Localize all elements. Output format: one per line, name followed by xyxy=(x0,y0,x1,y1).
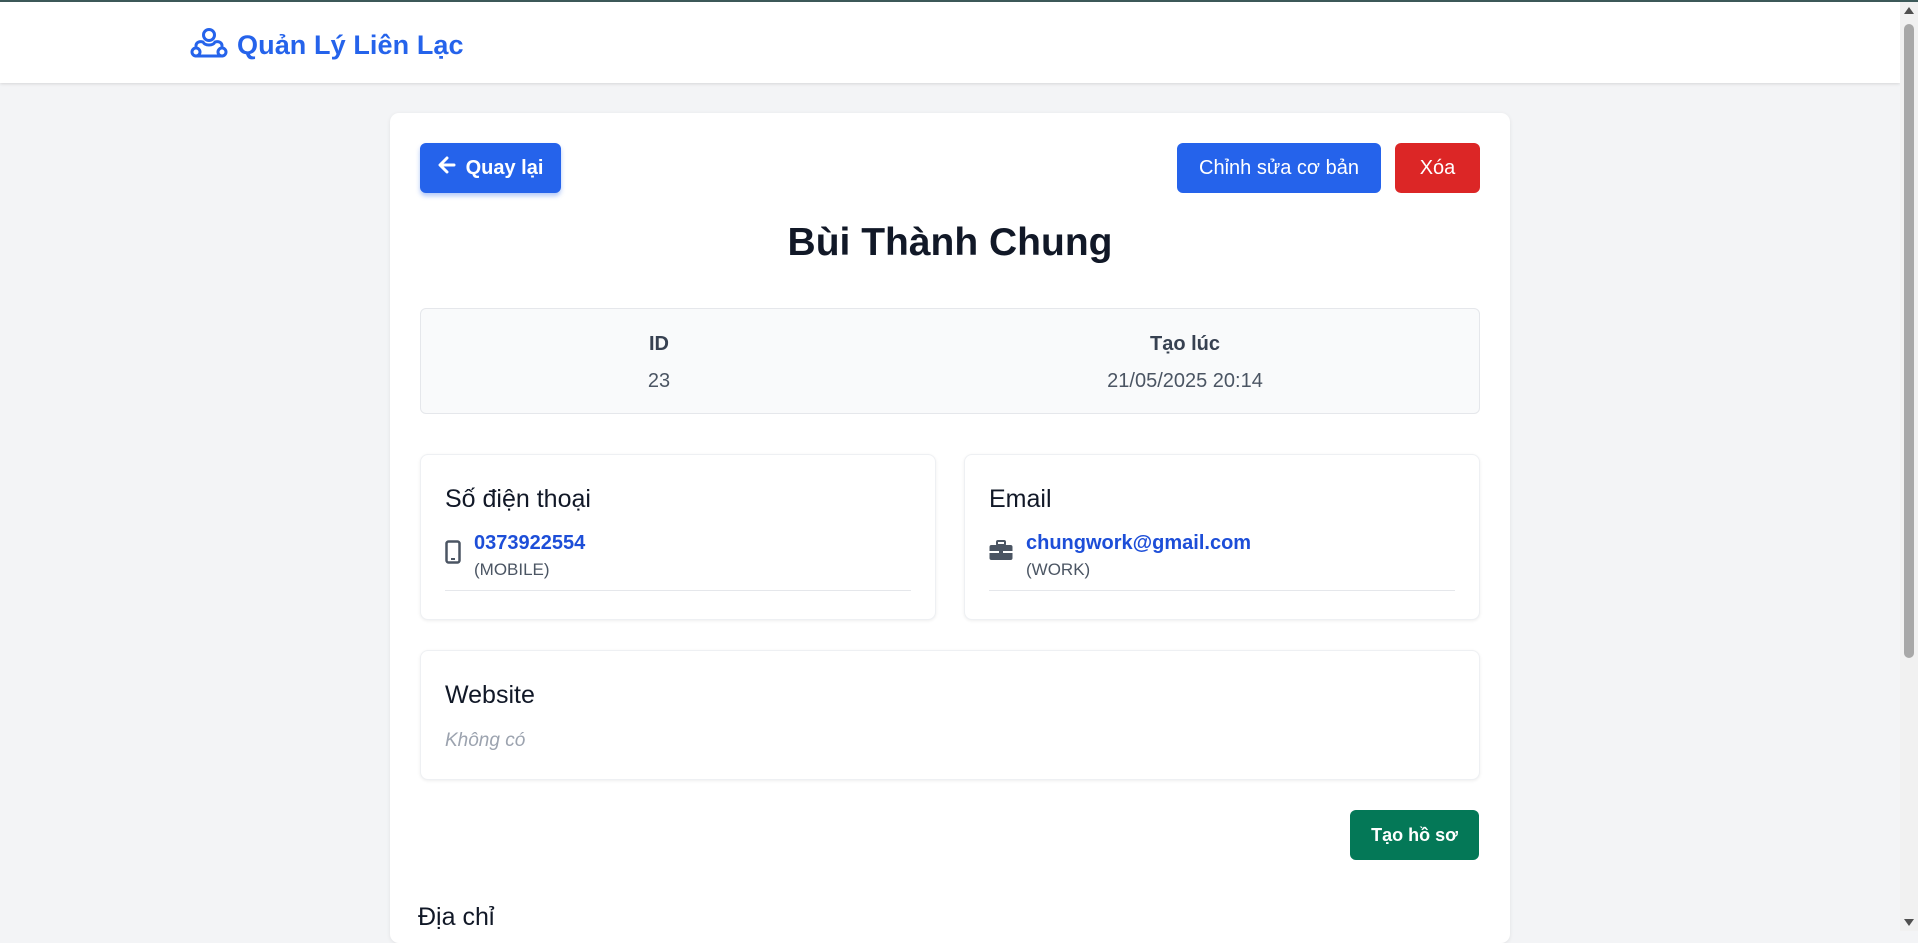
meta-created-value: 21/05/2025 20:14 xyxy=(1107,370,1263,392)
meta-created: Tạo lúc 21/05/2025 20:14 xyxy=(950,333,1420,393)
scroll-up-arrow-icon[interactable] xyxy=(1904,7,1914,14)
contact-detail-card: Quay lại Chỉnh sửa cơ bản Xóa Bùi Thành … xyxy=(390,113,1510,943)
edit-basic-button[interactable]: Chỉnh sửa cơ bản xyxy=(1177,143,1381,193)
address-section-title: Địa chỉ xyxy=(418,903,495,931)
website-section: Website Không có xyxy=(420,650,1480,780)
website-section-title: Website xyxy=(445,681,535,709)
email-section: Email chungwork@gmail.com (WORK) xyxy=(964,454,1480,620)
website-empty-note: Không có xyxy=(445,730,526,751)
phone-entry: 0373922554 (MOBILE) xyxy=(445,532,911,591)
meta-created-label: Tạo lúc xyxy=(1149,333,1220,355)
brand-link[interactable]: Quản Lý Liên Lạc xyxy=(190,27,464,64)
meta-id-value: 23 xyxy=(647,370,671,392)
meta-id-label: ID xyxy=(649,333,669,355)
phone-type: (MOBILE) xyxy=(474,560,550,579)
back-button-label: Quay lại xyxy=(465,156,544,179)
email-address-link[interactable]: chungwork@gmail.com xyxy=(1026,532,1251,555)
contact-name: Bùi Thành Chung xyxy=(787,221,1113,264)
email-entry: chungwork@gmail.com (WORK) xyxy=(989,532,1455,591)
phone-section: Số điện thoại 0373922554 (MOBILE) xyxy=(420,454,936,620)
contacts-icon xyxy=(190,27,228,64)
meta-id: ID 23 xyxy=(421,333,897,393)
create-profile-button[interactable]: Tạo hồ sơ xyxy=(1350,810,1479,860)
phone-section-title: Số điện thoại xyxy=(445,485,591,513)
back-button[interactable]: Quay lại xyxy=(420,143,561,193)
scroll-down-arrow-icon[interactable] xyxy=(1904,919,1914,926)
scrollbar-thumb[interactable] xyxy=(1904,24,1914,658)
top-navbar: Quản Lý Liên Lạc xyxy=(0,2,1900,83)
email-type: (WORK) xyxy=(1026,560,1091,579)
phone-entry-text: 0373922554 (MOBILE) xyxy=(474,532,585,580)
app-title: Quản Lý Liên Lạc xyxy=(237,30,464,60)
email-section-title: Email xyxy=(989,485,1052,513)
briefcase-icon xyxy=(989,540,1013,566)
email-entry-text: chungwork@gmail.com (WORK) xyxy=(1026,532,1251,580)
contact-meta-panel: ID 23 Tạo lúc 21/05/2025 20:14 xyxy=(420,308,1480,414)
page-scrollbar[interactable] xyxy=(1900,2,1918,931)
delete-button[interactable]: Xóa xyxy=(1395,143,1480,193)
phone-number-link[interactable]: 0373922554 xyxy=(474,532,585,555)
arrow-left-icon xyxy=(438,156,456,180)
mobile-phone-icon xyxy=(445,540,461,569)
